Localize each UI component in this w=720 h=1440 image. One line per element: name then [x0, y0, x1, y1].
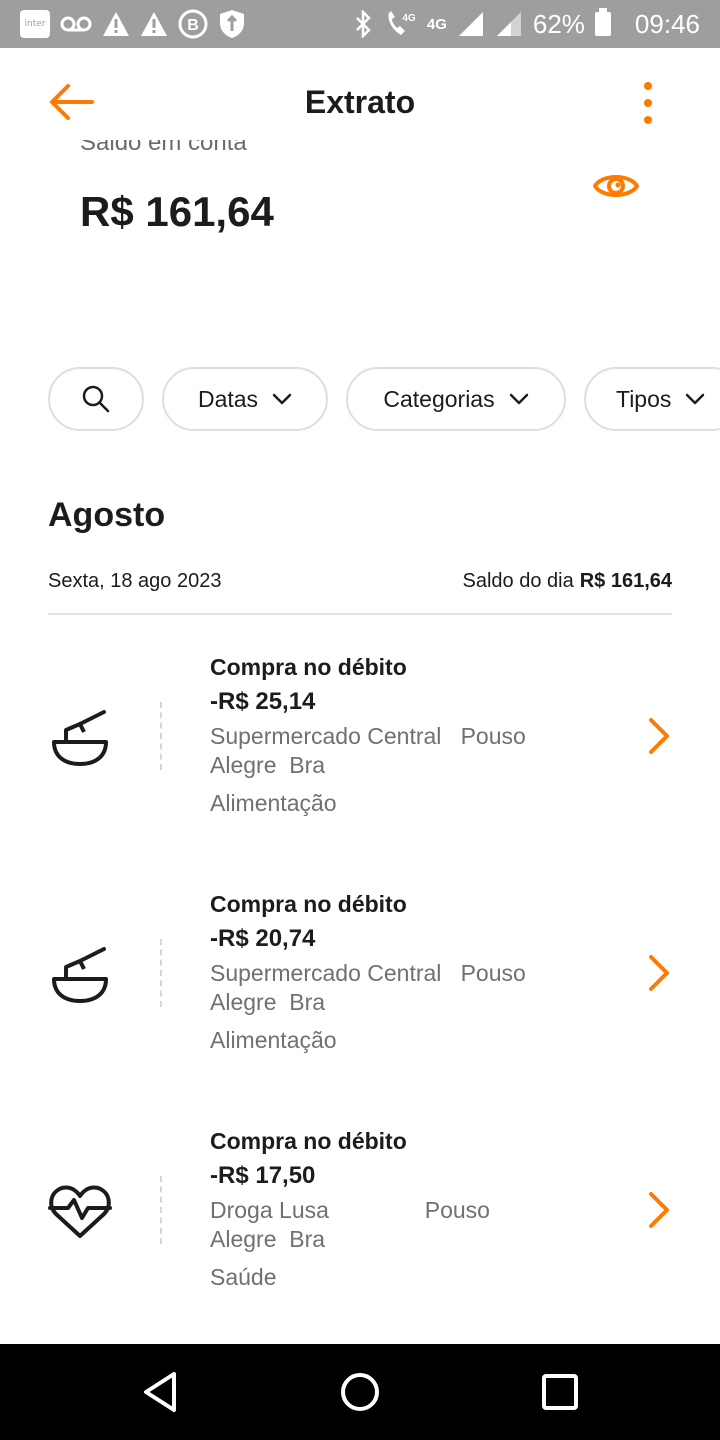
transaction-category: Alimentação [210, 790, 337, 816]
status-bar: inter B 4G 4G 62% 09:46 [0, 0, 720, 48]
separator [160, 939, 162, 1007]
chevron-down-icon [509, 393, 528, 405]
balance-label: Saldo em conta [80, 140, 247, 156]
day-date: Sexta, 18 ago 2023 [48, 570, 222, 592]
day-balance: Saldo do dia R$ 161,64 [463, 570, 673, 593]
back-triangle-icon[interactable] [136, 1368, 184, 1416]
filter-categories-label: Categorias [383, 385, 495, 412]
grocery-bowl-icon [52, 947, 108, 1003]
balance-value: R$ 161,64 [80, 188, 274, 235]
day-balance-value: R$ 161,64 [579, 570, 672, 592]
system-navigation-bar [0, 1344, 720, 1440]
transaction-amount: -R$ 25,14 [210, 688, 316, 715]
bluetooth-icon [355, 10, 371, 38]
filter-dates-label: Datas [197, 385, 259, 412]
divider [48, 613, 672, 615]
more-vertical-icon [644, 82, 652, 124]
home-circle-icon[interactable] [336, 1368, 384, 1416]
search-button[interactable] [48, 367, 144, 431]
day-balance-label: Saldo do dia [462, 570, 574, 592]
month-heading: Agosto [48, 496, 166, 534]
transaction-description: Supermercado Central Pouso Alegre Bra [210, 723, 526, 778]
svg-text:4G: 4G [402, 13, 416, 24]
inter-app-icon: inter [20, 10, 50, 38]
chevron-right-icon [649, 1192, 669, 1228]
filter-types-label: Tipos [616, 385, 672, 412]
transaction-category: Saúde [210, 1264, 277, 1290]
chevron-right-icon [649, 718, 669, 754]
chevron-down-icon [272, 393, 292, 405]
transaction-item[interactable]: Compra no débito -R$ 20,74 Supermercado … [0, 877, 720, 1077]
transaction-type: Compra no débito [210, 1128, 407, 1154]
transaction-description: Droga Lusa Pouso Alegre Bra [210, 1197, 490, 1252]
warning-icon-2 [141, 12, 167, 36]
chevron-down-icon [686, 393, 705, 405]
page-title: Extrato [304, 84, 416, 120]
warning-icon [103, 12, 129, 36]
chevron-right-icon [649, 955, 669, 991]
svg-text:B: B [187, 17, 199, 34]
search-icon [82, 385, 110, 413]
network-type: 4G [426, 15, 447, 33]
transaction-amount: -R$ 20,74 [210, 925, 316, 952]
signal-icon-2 [496, 12, 521, 36]
clock: 09:46 [634, 8, 700, 39]
more-options-button[interactable] [636, 80, 660, 126]
battery-icon [594, 8, 611, 36]
health-heartbeat-icon [48, 1185, 112, 1238]
day-header: Sexta, 18 ago 2023 Saldo do dia R$ 161,64 [48, 570, 672, 596]
grocery-bowl-icon [52, 710, 108, 766]
recents-square-icon[interactable] [536, 1368, 584, 1416]
filter-categories-button[interactable]: Categorias [346, 367, 566, 431]
transaction-type: Compra no débito [210, 654, 407, 680]
transaction-category: Alimentação [210, 1027, 337, 1053]
b-badge-icon: B [178, 9, 208, 39]
filter-dates-button[interactable]: Datas [162, 367, 328, 431]
voicemail-icon [60, 16, 92, 32]
transaction-item[interactable]: Compra no débito -R$ 25,14 Supermercado … [0, 640, 720, 840]
filter-bar: Datas Categorias Tipos [48, 367, 720, 433]
eye-icon [593, 175, 639, 197]
shield-icon [220, 10, 244, 38]
transaction-amount: -R$ 17,50 [210, 1162, 316, 1189]
transaction-type: Compra no débito [210, 891, 407, 917]
transaction-item[interactable]: Compra no débito -R$ 17,50 Droga Lusa Po… [0, 1114, 720, 1314]
separator [160, 1176, 162, 1244]
wifi-calling-icon: 4G [388, 11, 416, 35]
signal-icon [458, 12, 483, 36]
battery-percent: 62% [532, 8, 585, 39]
separator [160, 702, 162, 770]
filter-types-button[interactable]: Tipos [584, 367, 720, 431]
toggle-balance-visibility-button[interactable] [592, 166, 640, 206]
transaction-description: Supermercado Central Pouso Alegre Bra [210, 960, 526, 1015]
